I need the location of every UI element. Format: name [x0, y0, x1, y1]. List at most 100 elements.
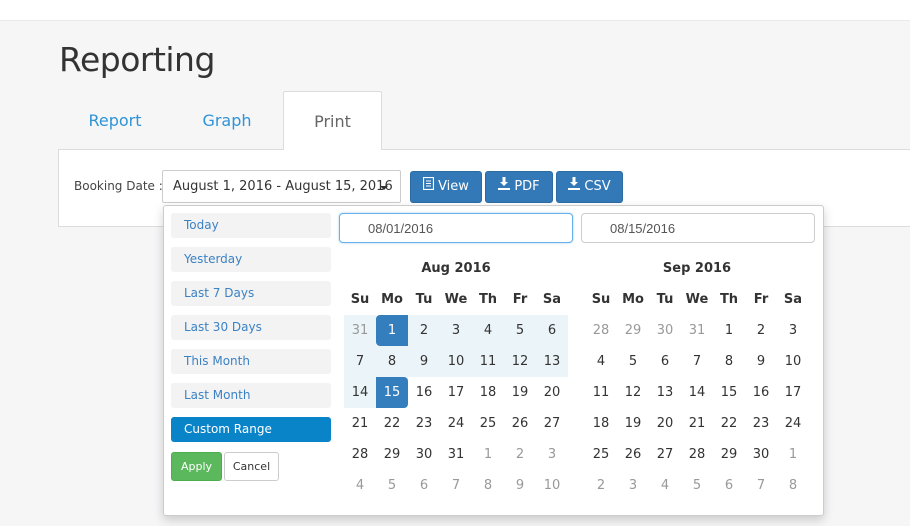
- calendar-day[interactable]: 17: [777, 377, 809, 408]
- calendar-day[interactable]: 24: [777, 408, 809, 439]
- cancel-button[interactable]: Cancel: [224, 452, 279, 481]
- calendar-day[interactable]: 7: [745, 470, 777, 501]
- calendar-day[interactable]: 17: [440, 377, 472, 408]
- calendar-day[interactable]: 23: [745, 408, 777, 439]
- calendar-day[interactable]: 6: [713, 470, 745, 501]
- tab-graph[interactable]: Graph: [171, 91, 283, 150]
- calendar-day[interactable]: 6: [408, 470, 440, 501]
- calendar-day[interactable]: 29: [376, 439, 408, 470]
- range-last-month[interactable]: Last Month: [171, 383, 331, 408]
- date-range-select[interactable]: August 1, 2016 - August 15, 2016: [162, 170, 401, 203]
- calendar-day[interactable]: 2: [745, 315, 777, 346]
- calendar-day[interactable]: 29: [713, 439, 745, 470]
- calendar-day[interactable]: 26: [617, 439, 649, 470]
- calendar-day[interactable]: 3: [536, 439, 568, 470]
- calendar-day[interactable]: 21: [681, 408, 713, 439]
- calendar-day[interactable]: 7: [681, 346, 713, 377]
- calendar-day[interactable]: 21: [344, 408, 376, 439]
- apply-button[interactable]: Apply: [171, 452, 222, 481]
- calendar-day[interactable]: 30: [408, 439, 440, 470]
- calendar-day[interactable]: 25: [472, 408, 504, 439]
- calendar-day[interactable]: 30: [649, 315, 681, 346]
- calendar-day[interactable]: 7: [440, 470, 472, 501]
- end-date-input[interactable]: [581, 213, 815, 243]
- calendar-day[interactable]: 5: [376, 470, 408, 501]
- calendar-day[interactable]: 1: [713, 315, 745, 346]
- calendar-day[interactable]: 28: [585, 315, 617, 346]
- csv-button[interactable]: CSV: [556, 171, 623, 203]
- calendar-day[interactable]: 2: [504, 439, 536, 470]
- calendar-day[interactable]: 10: [440, 346, 472, 377]
- calendar-day[interactable]: 19: [617, 408, 649, 439]
- calendar-day[interactable]: 13: [536, 346, 568, 377]
- calendar-day[interactable]: 8: [472, 470, 504, 501]
- calendar-day[interactable]: 15: [376, 377, 408, 408]
- calendar-day[interactable]: 25: [585, 439, 617, 470]
- calendar-day[interactable]: 6: [649, 346, 681, 377]
- calendar-day[interactable]: 18: [472, 377, 504, 408]
- calendar-day[interactable]: 10: [777, 346, 809, 377]
- calendar-day[interactable]: 3: [617, 470, 649, 501]
- calendar-day[interactable]: 9: [504, 470, 536, 501]
- calendar-day[interactable]: 31: [440, 439, 472, 470]
- pdf-button[interactable]: PDF: [485, 171, 553, 203]
- calendar-day[interactable]: 2: [585, 470, 617, 501]
- calendar-day[interactable]: 27: [649, 439, 681, 470]
- calendar-day[interactable]: 1: [472, 439, 504, 470]
- calendar-day[interactable]: 3: [440, 315, 472, 346]
- calendar-day[interactable]: 14: [344, 377, 376, 408]
- start-date-input[interactable]: [339, 213, 573, 243]
- calendar-day[interactable]: 12: [504, 346, 536, 377]
- calendar-day[interactable]: 11: [472, 346, 504, 377]
- calendar-day[interactable]: 9: [408, 346, 440, 377]
- calendar-day[interactable]: 1: [777, 439, 809, 470]
- calendar-day[interactable]: 27: [536, 408, 568, 439]
- calendar-day[interactable]: 4: [344, 470, 376, 501]
- calendar-day[interactable]: 20: [536, 377, 568, 408]
- calendar-day[interactable]: 10: [536, 470, 568, 501]
- calendar-day[interactable]: 22: [376, 408, 408, 439]
- view-button[interactable]: View: [410, 171, 482, 203]
- calendar-day[interactable]: 16: [745, 377, 777, 408]
- calendar-day[interactable]: 5: [617, 346, 649, 377]
- calendar-day[interactable]: 9: [745, 346, 777, 377]
- range-last-30-days[interactable]: Last 30 Days: [171, 315, 331, 340]
- calendar-day[interactable]: 13: [649, 377, 681, 408]
- calendar-day[interactable]: 2: [408, 315, 440, 346]
- calendar-day[interactable]: 28: [681, 439, 713, 470]
- range-last-7-days[interactable]: Last 7 Days: [171, 281, 331, 306]
- calendar-day[interactable]: 4: [472, 315, 504, 346]
- range-yesterday[interactable]: Yesterday: [171, 247, 331, 272]
- calendar-day[interactable]: 4: [649, 470, 681, 501]
- range-custom[interactable]: Custom Range: [171, 417, 331, 442]
- calendar-day[interactable]: 4: [585, 346, 617, 377]
- range-this-month[interactable]: This Month: [171, 349, 331, 374]
- calendar-day[interactable]: 23: [408, 408, 440, 439]
- calendar-day[interactable]: 8: [777, 470, 809, 501]
- calendar-day[interactable]: 6: [536, 315, 568, 346]
- calendar-day[interactable]: 12: [617, 377, 649, 408]
- tab-print[interactable]: Print: [283, 91, 382, 150]
- calendar-day[interactable]: 19: [504, 377, 536, 408]
- calendar-day[interactable]: 7: [344, 346, 376, 377]
- calendar-day[interactable]: 29: [617, 315, 649, 346]
- calendar-day[interactable]: 24: [440, 408, 472, 439]
- calendar-day[interactable]: 18: [585, 408, 617, 439]
- calendar-day[interactable]: 31: [681, 315, 713, 346]
- range-today[interactable]: Today: [171, 213, 331, 238]
- calendar-day[interactable]: 15: [713, 377, 745, 408]
- calendar-day[interactable]: 5: [504, 315, 536, 346]
- calendar-day[interactable]: 26: [504, 408, 536, 439]
- calendar-day[interactable]: 11: [585, 377, 617, 408]
- calendar-day[interactable]: 3: [777, 315, 809, 346]
- calendar-day[interactable]: 30: [745, 439, 777, 470]
- calendar-day[interactable]: 20: [649, 408, 681, 439]
- calendar-day[interactable]: 5: [681, 470, 713, 501]
- calendar-day[interactable]: 31: [344, 315, 376, 346]
- calendar-day[interactable]: 8: [713, 346, 745, 377]
- calendar-day[interactable]: 28: [344, 439, 376, 470]
- calendar-day[interactable]: 22: [713, 408, 745, 439]
- calendar-day[interactable]: 1: [376, 315, 408, 346]
- calendar-day[interactable]: 14: [681, 377, 713, 408]
- calendar-day[interactable]: 8: [376, 346, 408, 377]
